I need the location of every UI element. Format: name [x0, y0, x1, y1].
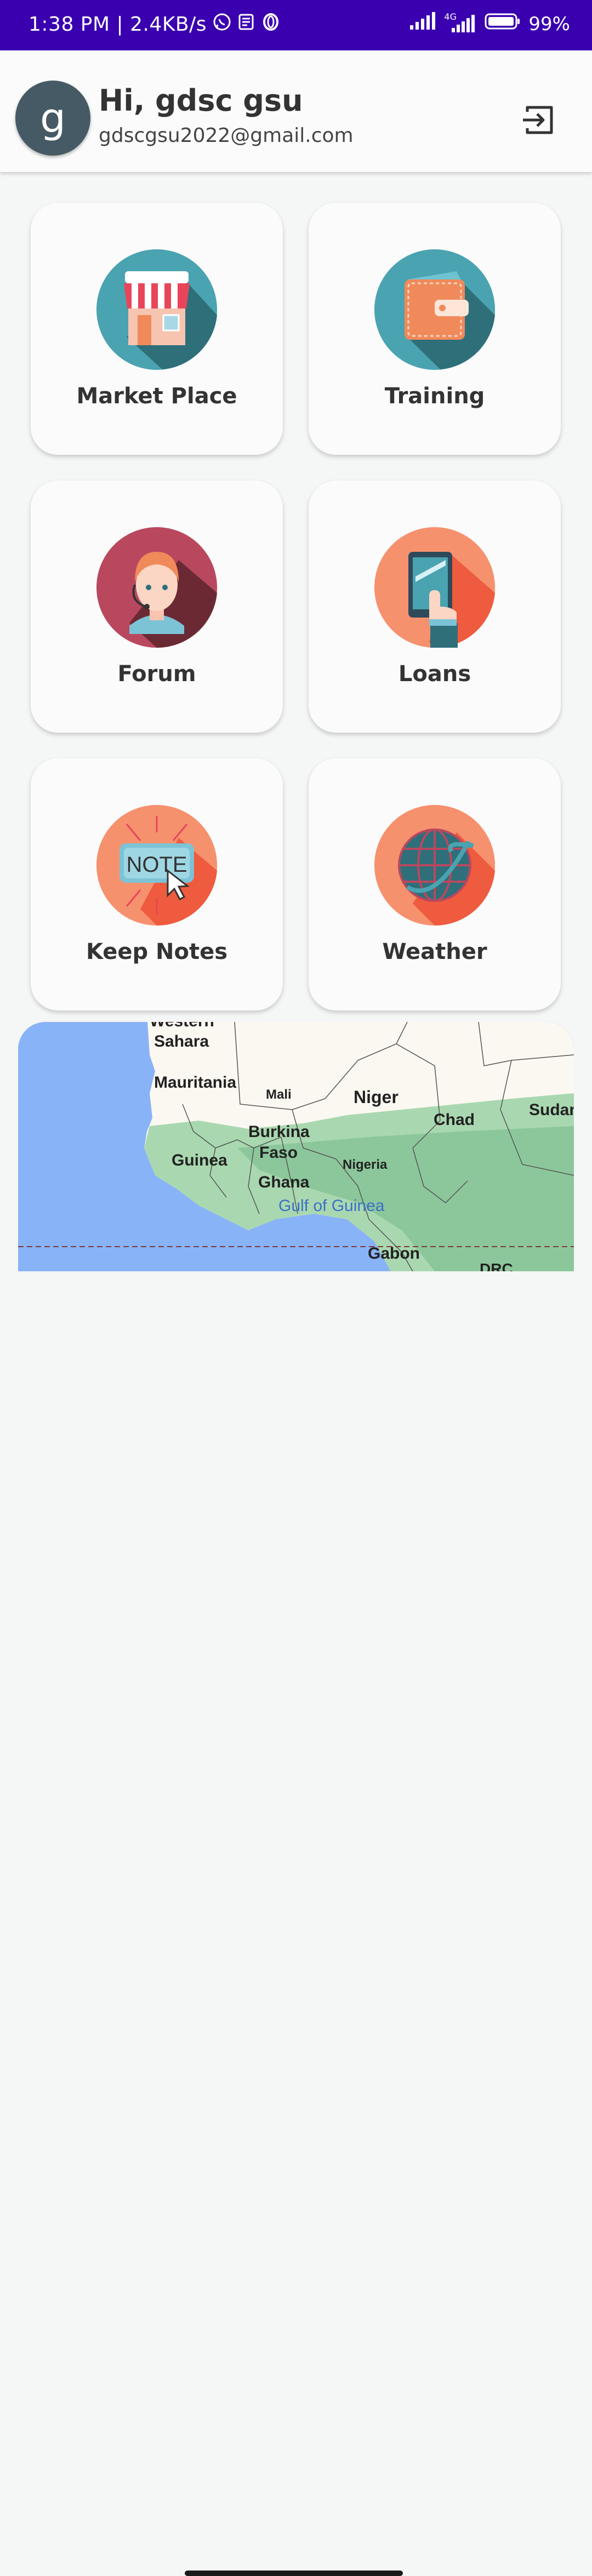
whatsapp-icon: [212, 12, 232, 37]
map-label: Chad: [434, 1111, 475, 1129]
map-label: Niger: [354, 1087, 399, 1107]
map-label: Mauritania: [154, 1073, 236, 1092]
market-place-card[interactable]: Market Place: [31, 203, 283, 455]
battery-icon: [485, 13, 521, 35]
forum-card[interactable]: Forum: [31, 481, 283, 733]
map-label: Faso: [259, 1144, 298, 1162]
logout-icon: [523, 106, 553, 134]
greeting-text: Hi, gdsc gsu: [99, 83, 303, 118]
map-label: Guinea: [172, 1151, 227, 1169]
home-indicator[interactable]: [185, 2571, 403, 2576]
map-label: Gabon: [368, 1244, 420, 1263]
status-time: 1:38 PM | 2.4KB/s: [29, 13, 207, 36]
card-label: Market Place: [76, 384, 237, 409]
map-label: Sahara: [154, 1032, 209, 1050]
store-icon: [96, 249, 217, 370]
logout-button[interactable]: [520, 101, 558, 139]
keep-notes-card[interactable]: NOTE Keep Notes: [31, 758, 283, 1010]
map-label: Western: [150, 1022, 214, 1030]
note-icon: NOTE: [96, 805, 217, 926]
card-label: Loans: [398, 661, 471, 687]
loans-card[interactable]: Loans: [309, 481, 561, 733]
status-bar: 1:38 PM | 2.4KB/s 4G 99%: [0, 0, 592, 50]
card-label: Weather: [382, 939, 487, 964]
wallet-icon: [374, 249, 495, 370]
svg-text:NOTE: NOTE: [126, 853, 187, 877]
map-label: DRC: [480, 1260, 513, 1271]
opera-icon: [261, 13, 280, 36]
map-label: Sudan: [529, 1101, 574, 1119]
news-icon: [237, 13, 256, 36]
training-card[interactable]: Training: [309, 203, 561, 455]
battery-percent: 99%: [528, 13, 570, 35]
map-label: Nigeria: [343, 1157, 388, 1172]
email-text: gdscgsu2022@gmail.com: [99, 124, 354, 147]
globe-icon: [374, 805, 495, 926]
status-left: 1:38 PM | 2.4KB/s: [29, 12, 280, 37]
signal-4g-icon: 4G: [444, 12, 477, 33]
support-agent-icon: [96, 527, 217, 648]
map-label: Ghana: [258, 1173, 310, 1191]
card-label: Keep Notes: [86, 939, 228, 964]
card-label: Forum: [117, 661, 196, 687]
map-label: Mali: [266, 1087, 292, 1102]
map-label: Gulf of Guinea: [278, 1197, 385, 1215]
profile-header: g Hi, gdsc gsu gdscgsu2022@gmail.com: [0, 50, 592, 172]
map-view[interactable]: Western Sahara Mauritania Mali Niger Cha…: [18, 1022, 574, 1271]
map-canvas: Western Sahara Mauritania Mali Niger Cha…: [18, 1022, 574, 1271]
status-right: 4G 99%: [409, 12, 570, 36]
map-label: Burkina: [248, 1123, 310, 1141]
card-label: Training: [384, 384, 485, 409]
weather-card[interactable]: Weather: [309, 758, 561, 1010]
system-nav-bar: [0, 1271, 592, 2576]
avatar[interactable]: g: [15, 81, 90, 156]
phone-tap-icon: [374, 527, 495, 648]
signal-icon: [409, 12, 436, 36]
